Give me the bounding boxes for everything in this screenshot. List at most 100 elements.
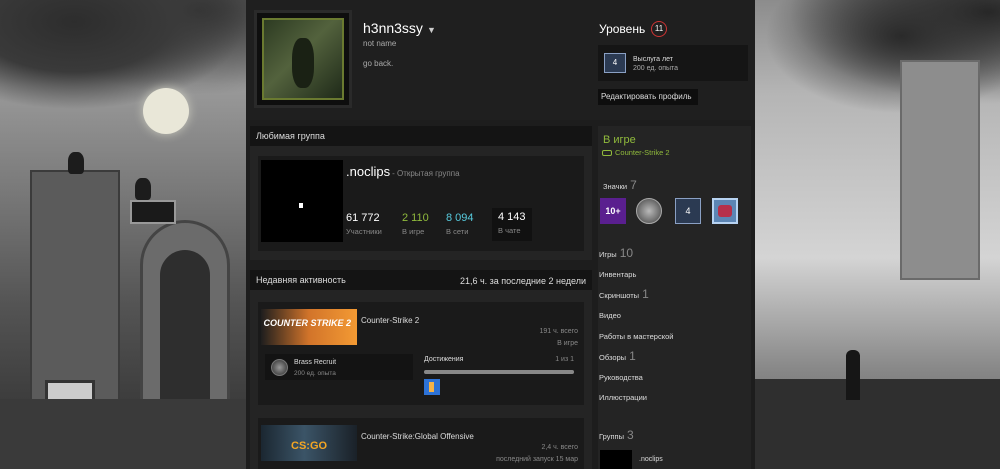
- badges-link[interactable]: Значки 7: [603, 178, 637, 192]
- crow-icon: [68, 152, 84, 174]
- level-badge[interactable]: 11: [651, 21, 667, 37]
- crow-icon: [135, 178, 151, 200]
- game-row: CS:GO Counter-Strike:Global Offensive 2,…: [258, 418, 584, 469]
- game-capsule-cs2[interactable]: COUNTER STRIKE 2: [261, 309, 357, 345]
- groups-link[interactable]: Группы 3: [599, 428, 634, 442]
- stat-label: В игре: [402, 227, 425, 236]
- game-state: В игре: [557, 340, 578, 347]
- tree-canopy-left: [0, 0, 246, 110]
- reviews-link[interactable]: Обзоры 1: [599, 349, 636, 363]
- ground-left: [0, 399, 246, 469]
- username-text[interactable]: h3nn3ssy: [363, 20, 423, 36]
- link-label[interactable]: Группы: [599, 432, 624, 441]
- favorite-group-card[interactable]: .noclips - Открытая группа 61 772 Участни…: [258, 156, 584, 251]
- game-logo-text: CS:GO: [291, 440, 328, 452]
- stat-value[interactable]: 4 143: [498, 211, 526, 223]
- stat-value: 2 110: [402, 212, 429, 224]
- ruined-tower: [30, 170, 120, 410]
- wanderer-figure: [846, 350, 860, 400]
- game-row: COUNTER STRIKE 2 Counter-Strike 2 191 ч.…: [258, 302, 584, 405]
- brass-recruit-badge-icon: [271, 359, 288, 376]
- group-avatar[interactable]: [261, 160, 343, 242]
- game-badge[interactable]: Brass Recruit 200 ед. опыта: [265, 354, 413, 380]
- arch-opening: [160, 250, 210, 420]
- badge-name: Brass Recruit: [294, 359, 337, 366]
- profile-summary: go back.: [363, 59, 394, 68]
- link-count: 1: [642, 287, 649, 301]
- online-status: В игре: [603, 134, 636, 146]
- ruin-right: [900, 60, 980, 280]
- achievements-progress-fill: [424, 370, 574, 374]
- username[interactable]: h3nn3ssy ▼: [363, 20, 436, 36]
- background-right: [754, 0, 1000, 469]
- group-name-small[interactable]: .noclips: [639, 456, 663, 463]
- avatar-frame[interactable]: [254, 10, 352, 108]
- achievement-icon[interactable]: [424, 379, 440, 395]
- inventory-link[interactable]: Инвентарь: [599, 270, 636, 279]
- group-stat-online: 8 094 В сети: [446, 212, 474, 236]
- group-name[interactable]: .noclips - Открытая группа: [346, 164, 460, 179]
- stat-label: В сети: [446, 227, 469, 236]
- profile-page: h3nn3ssy ▼ not name go back. Любимая груп…: [246, 0, 755, 469]
- status-game[interactable]: Counter-Strike 2: [602, 148, 670, 157]
- stat-label[interactable]: В чате: [498, 226, 526, 235]
- group-name-text[interactable]: .noclips: [346, 164, 390, 179]
- group-stat-ingame: 2 110 В игре: [402, 212, 429, 236]
- game-capsule-csgo[interactable]: CS:GO: [261, 425, 357, 461]
- link-label[interactable]: Обзоры: [599, 353, 626, 362]
- achievements-label[interactable]: Достижения: [424, 356, 463, 363]
- game-name[interactable]: Counter-Strike:Global Offensive: [361, 432, 474, 441]
- status-game-name[interactable]: Counter-Strike 2: [615, 148, 670, 157]
- badges-label[interactable]: Значки: [603, 182, 627, 191]
- badge-medal-icon[interactable]: [636, 198, 662, 224]
- rocks-right: [754, 379, 1000, 469]
- achievements-count: 1 из 1: [555, 356, 574, 363]
- videos-link[interactable]: Видео: [599, 311, 621, 320]
- game-logo-text: COUNTER STRIKE 2: [263, 318, 351, 328]
- link-label[interactable]: Игры: [599, 250, 617, 259]
- years-of-service-badge[interactable]: 4 Выслуга лет 200 ед. опыта: [598, 45, 748, 81]
- favorite-group-header: Любимая группа: [250, 126, 592, 146]
- link-count: 3: [627, 428, 634, 442]
- screenshots-link[interactable]: Скриншоты 1: [599, 287, 649, 301]
- level-label: Уровень: [599, 22, 646, 36]
- stone-sign: [130, 200, 176, 224]
- artwork-link[interactable]: Иллюстрации: [599, 393, 647, 402]
- game-last-played: последний запуск 15 мар: [496, 456, 578, 463]
- moon: [143, 88, 189, 134]
- stat-label: Участники: [346, 227, 382, 236]
- game-name[interactable]: Counter-Strike 2: [361, 316, 419, 325]
- recent-activity-title: Недавняя активность: [256, 275, 346, 285]
- avatar[interactable]: [262, 18, 344, 100]
- stat-value: 61 772: [346, 212, 380, 224]
- badge-10-plus[interactable]: 10+: [600, 198, 626, 224]
- group-type: - Открытая группа: [392, 169, 460, 178]
- link-count: 10: [619, 246, 634, 260]
- stat-value: 8 094: [446, 212, 474, 224]
- workshop-link[interactable]: Работы в мастерской: [599, 332, 673, 341]
- group-avatar-small[interactable]: [600, 450, 632, 469]
- favorite-group-panel: Любимая группа .noclips - Открытая группа…: [250, 126, 592, 260]
- guides-link[interactable]: Руководства: [599, 373, 643, 382]
- link-label[interactable]: Скриншоты: [599, 291, 639, 300]
- game-hours: 2,4 ч. всего: [541, 444, 578, 451]
- profile-sidebar: Уровень 11 4 Выслуга лет 200 ед. опыта Р…: [594, 0, 755, 469]
- badges-count: 7: [630, 178, 637, 192]
- chevron-down-icon[interactable]: ▼: [427, 25, 436, 35]
- service-title: Выслуга лет: [633, 56, 673, 63]
- real-name: not name: [363, 39, 397, 48]
- group-stat-members: 61 772 Участники: [346, 212, 382, 236]
- recent-hours: 21,6 ч. за последние 2 недели: [459, 276, 586, 286]
- recent-activity-header: Недавняя активность 21,6 ч. за последние…: [250, 270, 592, 290]
- edit-profile-button[interactable]: Редактировать профиль: [598, 89, 698, 105]
- badge-xp: 200 ед. опыта: [294, 370, 336, 377]
- badge-event-icon[interactable]: [712, 198, 738, 224]
- service-xp: 200 ед. опыта: [633, 65, 679, 72]
- service-badge-icon: 4: [604, 53, 626, 73]
- link-count: 1: [629, 349, 636, 363]
- group-stat-chat[interactable]: 4 143 В чате: [492, 208, 532, 241]
- games-link[interactable]: Игры 10: [599, 246, 633, 260]
- badge-service[interactable]: 4: [675, 198, 701, 224]
- recent-activity-panel: Недавняя активность 21,6 ч. за последние…: [250, 270, 592, 469]
- achievements-progress: [424, 370, 574, 374]
